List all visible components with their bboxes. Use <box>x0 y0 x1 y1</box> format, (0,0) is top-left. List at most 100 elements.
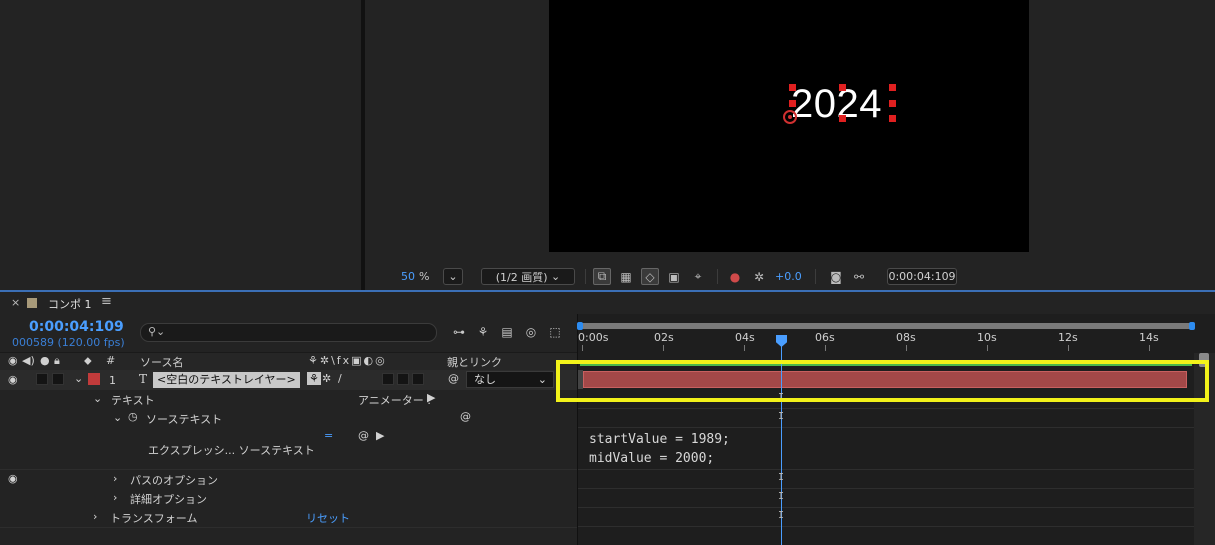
work-area-bar[interactable] <box>580 323 1192 329</box>
quality-switch-icon[interactable]: / <box>338 372 342 385</box>
property-row-more-options[interactable] <box>0 489 577 509</box>
chevron-down-icon[interactable]: ⌄ <box>74 372 83 385</box>
source-name-header[interactable]: ソース名 <box>140 354 183 370</box>
composition-flowchart-icon[interactable]: ⊶ <box>451 325 467 341</box>
ruler-tick <box>1149 345 1150 351</box>
chevron-down-icon[interactable]: ⌄ <box>113 411 122 424</box>
switch-box[interactable] <box>397 373 409 385</box>
animator-label[interactable]: アニメーター : <box>358 392 431 408</box>
channel-icon[interactable]: ● <box>726 268 744 285</box>
panel-menu-icon[interactable]: ≡ <box>101 294 112 309</box>
pickwhip-icon[interactable]: @ <box>448 372 459 385</box>
graph-editor-icon[interactable]: ⬚ <box>547 325 563 341</box>
chevron-down-icon: ⌄ <box>537 373 547 386</box>
comp-color-swatch <box>27 298 37 308</box>
reset-link[interactable]: リセット <box>306 510 350 526</box>
bbox-handle[interactable] <box>889 100 896 107</box>
solo-header-icon[interactable]: ● <box>40 354 50 367</box>
exposure-value[interactable]: +0.0 <box>775 268 802 285</box>
fast-preview-icon[interactable]: ⧉ <box>593 268 611 285</box>
pickwhip-icon[interactable]: @ <box>358 429 369 442</box>
chevron-right-icon[interactable]: › <box>113 472 117 485</box>
layer-index: 1 <box>109 374 116 387</box>
collapse-switch-icon[interactable]: ✲ <box>322 372 331 385</box>
bbox-handle[interactable] <box>839 84 846 91</box>
property-row-transform[interactable] <box>0 508 577 528</box>
expression-graph-icon[interactable]: = <box>324 429 333 442</box>
source-text-label: ソーステキスト <box>146 413 223 426</box>
chevron-down-icon[interactable]: ⌄ <box>93 392 102 405</box>
solo-toggle[interactable] <box>36 373 48 385</box>
expression-language-menu-icon[interactable]: ▶ <box>376 429 384 442</box>
timeline-tab-title[interactable]: コンポ 1 <box>48 296 92 312</box>
zoom-dropdown[interactable]: ⌄ <box>443 268 463 285</box>
pickwhip-icon[interactable]: @ <box>460 410 471 423</box>
zoom-value[interactable]: 50 <box>401 268 415 285</box>
layer-number-header: # <box>106 354 116 367</box>
keyframe-marker-icon[interactable]: I <box>778 411 784 422</box>
canvas-text-layer[interactable]: 2024 <box>791 82 882 127</box>
current-time[interactable]: 0:00:04:109 <box>29 319 124 335</box>
transform-label: トランスフォーム <box>110 512 198 525</box>
switches-header-icons[interactable]: ⚘✲\fx▣◐◎ <box>308 354 387 367</box>
shy-layers-icon[interactable]: ⚘ <box>475 325 491 341</box>
transparency-grid-icon[interactable]: ▦ <box>617 268 635 285</box>
color-management-icon[interactable]: ✲ <box>750 268 768 285</box>
row-divider <box>578 488 1194 489</box>
close-icon[interactable]: × <box>11 296 20 309</box>
property-row-text[interactable] <box>0 390 577 410</box>
composition-canvas[interactable]: 2024 <box>549 0 1029 252</box>
label-header-icon[interactable]: ⬥ <box>84 354 92 368</box>
motion-blur-icon[interactable]: ◎ <box>523 325 539 341</box>
mask-visibility-icon[interactable]: ◇ <box>641 268 659 285</box>
eye-icon[interactable]: ◉ <box>8 373 18 386</box>
keyframe-marker-icon[interactable]: I <box>778 472 784 483</box>
bbox-handle[interactable] <box>789 84 796 91</box>
path-options-label: パスのオプション <box>130 474 218 487</box>
grid-guides-icon[interactable]: ⌖ <box>689 268 707 285</box>
switch-box[interactable] <box>412 373 424 385</box>
anchor-point-icon[interactable] <box>783 110 797 124</box>
ruler-label: 08s <box>896 331 916 344</box>
audio-switch-header-icon[interactable]: ◀) <box>22 354 35 367</box>
show-snapshot-icon[interactable]: ⚯ <box>850 268 868 285</box>
search-icon: ⚲⌄ <box>148 325 166 338</box>
parent-dropdown[interactable]: なし ⌄ <box>466 371 554 388</box>
keyframe-marker-icon[interactable]: I <box>778 491 784 502</box>
video-switch-header-icon[interactable]: ◉ <box>8 354 18 367</box>
layer-name[interactable]: <空白のテキストレイヤー> <box>153 372 300 388</box>
composition-viewer: 2024 50 % ⌄ (1/2 画質) ⌄ ⧉ ▦ ◇ ▣ ⌖ ● ✲ +0.… <box>365 0 1215 290</box>
chevron-right-icon[interactable]: › <box>113 491 117 504</box>
parent-value: なし <box>474 373 496 386</box>
bbox-handle[interactable] <box>889 115 896 122</box>
stopwatch-icon[interactable]: ◷ <box>128 410 138 423</box>
layer-label-color[interactable] <box>88 373 100 385</box>
parent-link-header[interactable]: 親とリンク <box>447 354 502 370</box>
property-row-path-options[interactable] <box>0 470 577 490</box>
work-area-start[interactable] <box>577 322 583 330</box>
snapshot-icon[interactable]: ◙ <box>827 268 845 285</box>
switch-box[interactable] <box>382 373 394 385</box>
resolution-dropdown[interactable]: (1/2 画質) ⌄ <box>481 268 575 285</box>
ruler-label: 06s <box>815 331 835 344</box>
keyframe-marker-icon[interactable]: I <box>778 510 784 521</box>
chevron-right-icon[interactable]: › <box>93 510 97 523</box>
expression-code[interactable]: startValue = 1989; midValue = 2000; <box>589 430 730 468</box>
row-divider <box>578 469 1194 470</box>
frame-blending-icon[interactable]: ▤ <box>499 325 515 341</box>
frame-count: 000589 (120.00 fps) <box>12 336 125 349</box>
viewer-timecode[interactable]: 0:00:04:109 <box>887 268 957 285</box>
work-area-end[interactable] <box>1189 322 1195 330</box>
shy-switch-icon[interactable]: ⚘ <box>307 372 321 385</box>
eye-icon[interactable]: ◉ <box>8 472 18 485</box>
lock-toggle[interactable] <box>52 373 64 385</box>
bbox-handle[interactable] <box>889 84 896 91</box>
ruler-label: 04s <box>735 331 755 344</box>
region-of-interest-icon[interactable]: ▣ <box>665 268 683 285</box>
bbox-handle[interactable] <box>839 115 846 122</box>
search-input[interactable] <box>140 323 437 342</box>
property-row-source-text[interactable] <box>0 409 577 429</box>
bbox-handle[interactable] <box>789 100 796 107</box>
lock-header-icon[interactable]: 🔒︎ <box>54 354 60 368</box>
animator-play-icon[interactable]: ▶ <box>427 391 435 404</box>
